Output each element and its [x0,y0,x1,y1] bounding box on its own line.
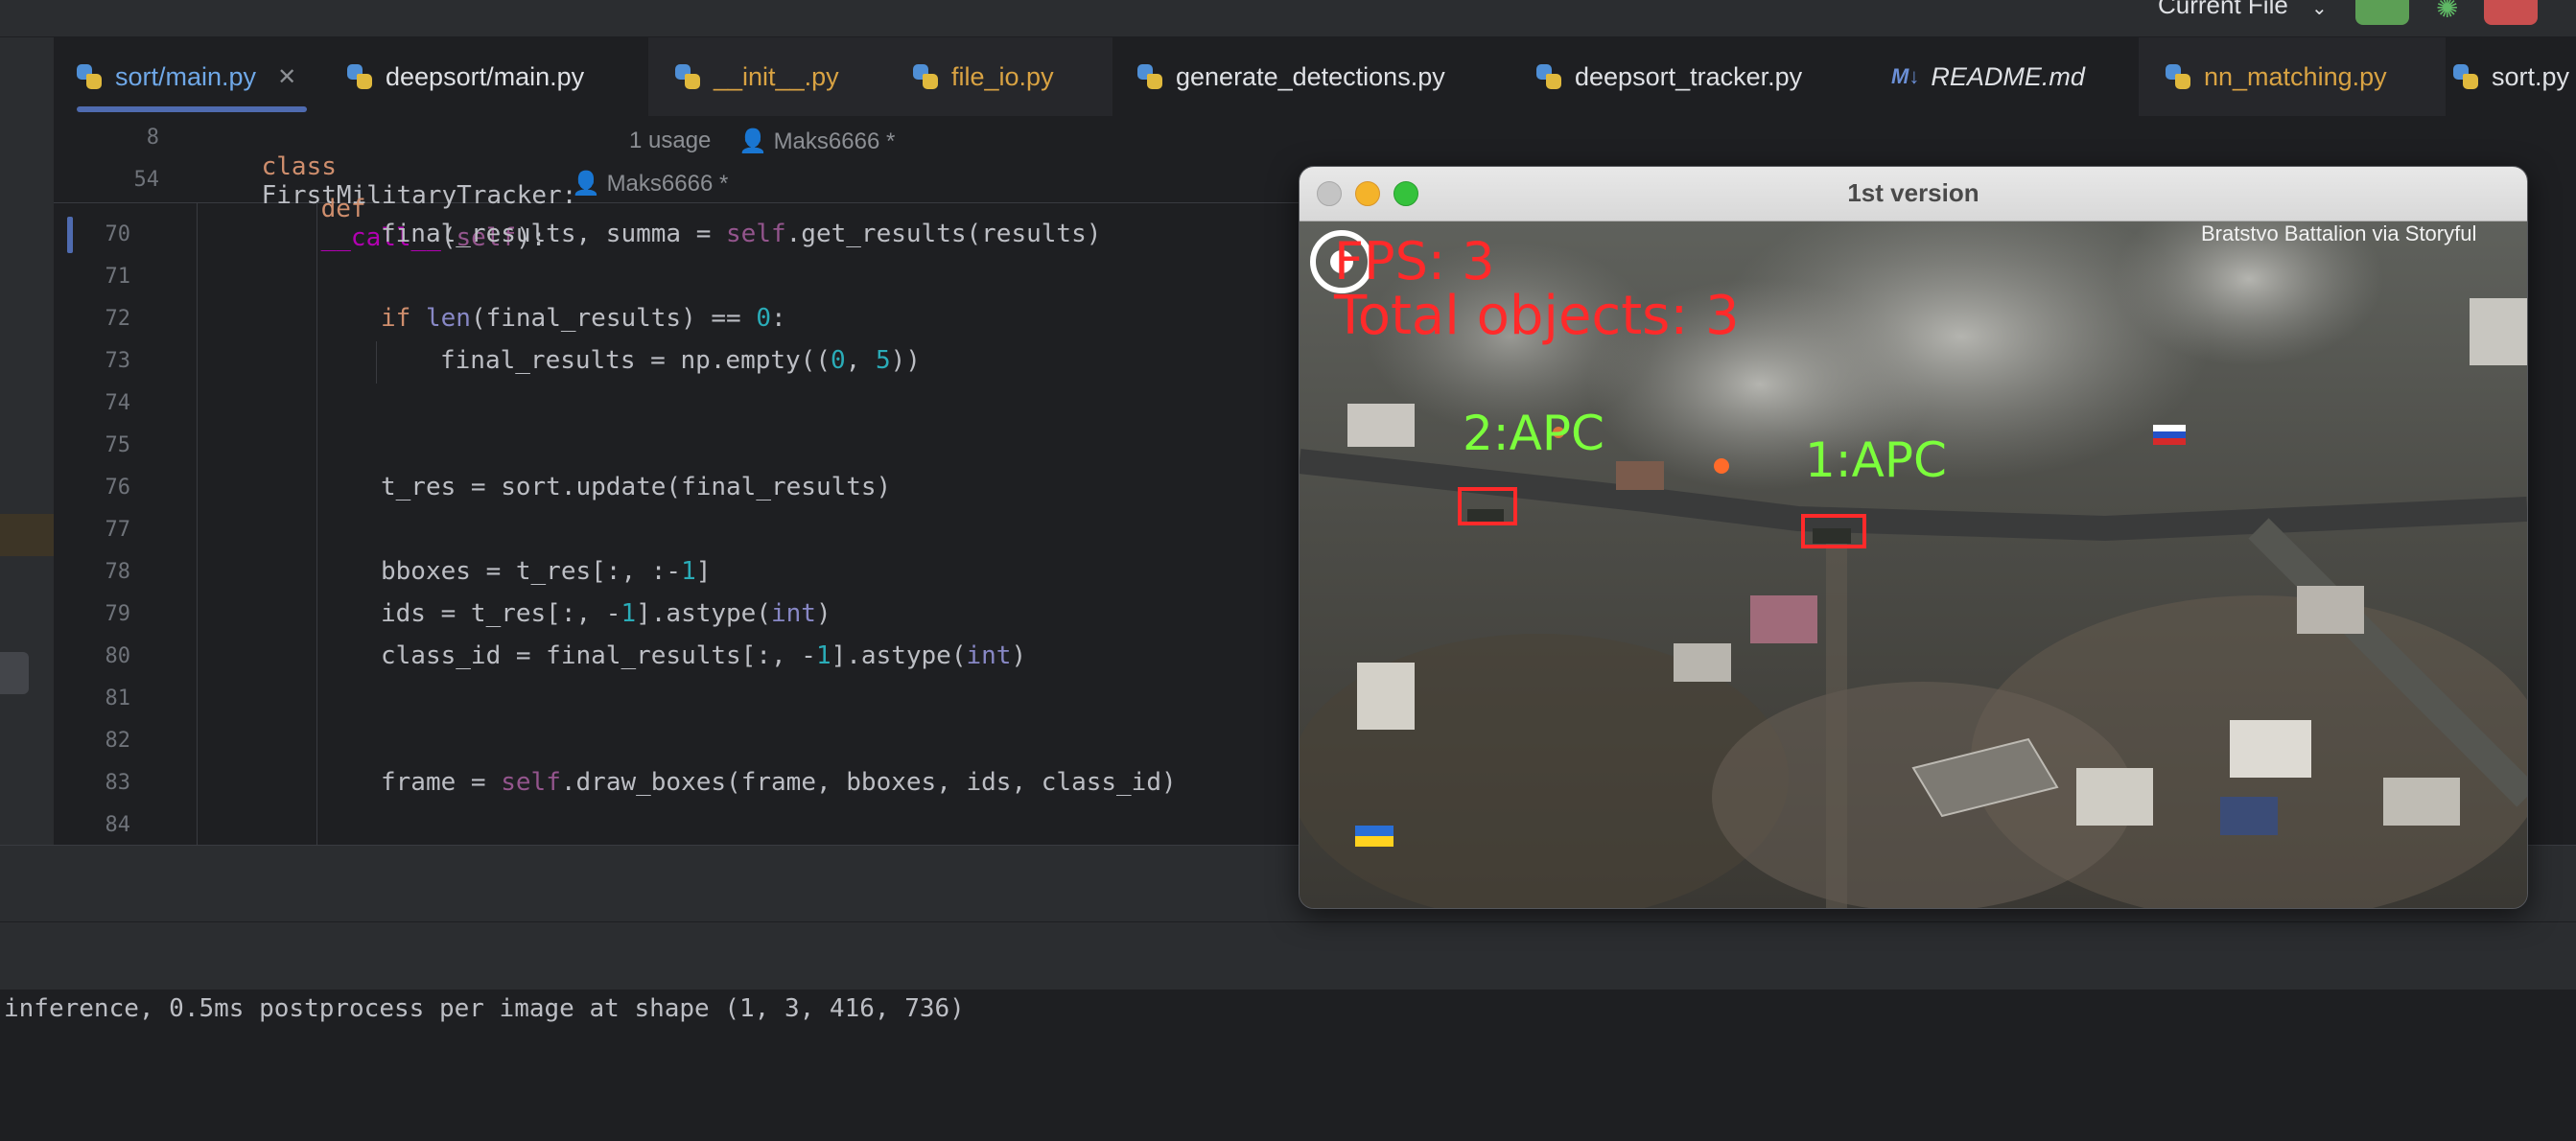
russian-flag-icon [2153,425,2186,445]
left-tool-strip [0,37,54,116]
tab-label: file_io.py [951,61,1054,91]
stop-button[interactable] [2484,0,2538,25]
tab-file-io[interactable]: file_io.py [898,37,1112,116]
tab-label: deepsort_tracker.py [1575,61,1803,91]
bookmark-marker [0,514,54,556]
line-number: 74 [105,391,131,415]
tab-deepsort-main[interactable]: deepsort/main.py [347,37,584,116]
line-number: 72 [105,307,131,331]
python-file-icon [1536,64,1561,89]
line-number: 71 [105,265,131,289]
python-file-icon [913,64,938,89]
line-number: 78 [105,560,131,584]
console-output: inference, 0.5ms postprocess per image a… [4,994,965,1023]
line-number: 70 [105,222,131,246]
line-number: 83 [105,771,131,795]
tab-init[interactable]: __init__.py [648,37,898,116]
line-number: 80 [105,644,131,668]
python-file-icon [2166,64,2190,89]
line-number: 75 [105,433,131,457]
usage-hint[interactable]: 1 usage [629,128,711,154]
window-title-bar[interactable]: 1st version [1300,167,2527,221]
ukrainian-flag-icon [1355,826,1393,847]
track-label: 1:APC [1805,432,1947,488]
tab-readme[interactable]: M↓ README.md [1891,37,2085,116]
line-number: 79 [105,602,131,626]
tab-label: __init__.py [714,61,839,91]
line-number: 76 [105,476,131,500]
line-number: 54 [133,168,160,192]
video-window[interactable]: 1st version FPS: 3 Total objects: 3 Brat… [1299,166,2528,909]
fps-overlay: FPS: 3 [1334,231,1495,291]
chevron-down-icon[interactable]: ⌄ [2311,0,2328,19]
python-file-icon [77,64,102,89]
tab-sort-main[interactable]: sort/main.py ✕ [77,37,307,116]
python-file-icon [2453,64,2478,89]
run-button[interactable] [2355,0,2409,25]
python-file-icon [675,64,700,89]
run-panel-toolbar [0,921,2576,990]
line-number: 73 [105,349,131,373]
line-number: 8 [146,126,159,150]
tab-label: README.md [1931,61,2085,91]
tab-label: nn_matching.py [2204,61,2387,91]
tab-deepsort-tracker[interactable]: deepsort_tracker.py [1536,37,1802,116]
indent-guide [376,341,377,384]
tab-label: generate_detections.py [1176,61,1445,91]
run-configuration-selector[interactable]: Current File [2158,0,2288,20]
python-file-icon [347,64,372,89]
author-hint: 👤 Maks6666 * [572,171,729,197]
python-file-icon [1137,64,1162,89]
line-number: 82 [105,729,131,753]
line-number: 77 [105,518,131,542]
indent-guide [316,202,317,845]
video-frame: FPS: 3 Total objects: 3 Bratstvo Battali… [1300,193,2527,908]
tab-label: sort/main.py [115,61,257,91]
line-number: 84 [105,813,131,837]
video-credit: Bratstvo Battalion via Storyful [2201,221,2477,245]
tab-label: sort.py [2492,61,2570,91]
editor-tab-bar: sort/main.py ✕ deepsort/main.py __init__… [0,37,2576,117]
tab-generate-detections[interactable]: generate_detections.py [1137,37,1445,116]
tool-window-button[interactable] [0,652,29,694]
total-objects-overlay: Total objects: 3 [1334,285,1740,347]
sticky-scroll-header: 8 class FirstMilitaryTracker: 1 usage 👤 … [54,116,1300,252]
track-label: 2:APC [1463,406,1604,461]
markdown-icon: M↓ [1891,64,1920,88]
indent-guide [197,202,198,845]
keyword: def [320,195,366,223]
tab-label: deepsort/main.py [386,61,585,91]
debug-icon[interactable]: ✺ [2436,0,2469,24]
tab-nn-matching[interactable]: nn_matching.py [2139,37,2446,116]
line-number: 81 [105,687,131,710]
main-toolbar: Current File ⌄ ✺ [0,0,2576,37]
left-tool-window-bar [0,116,54,845]
tab-sort[interactable]: sort.py [2453,37,2569,116]
author-hint: 👤 Maks6666 * [738,128,896,154]
window-title: 1st version [1847,178,1979,207]
close-tab-icon[interactable]: ✕ [277,63,296,91]
